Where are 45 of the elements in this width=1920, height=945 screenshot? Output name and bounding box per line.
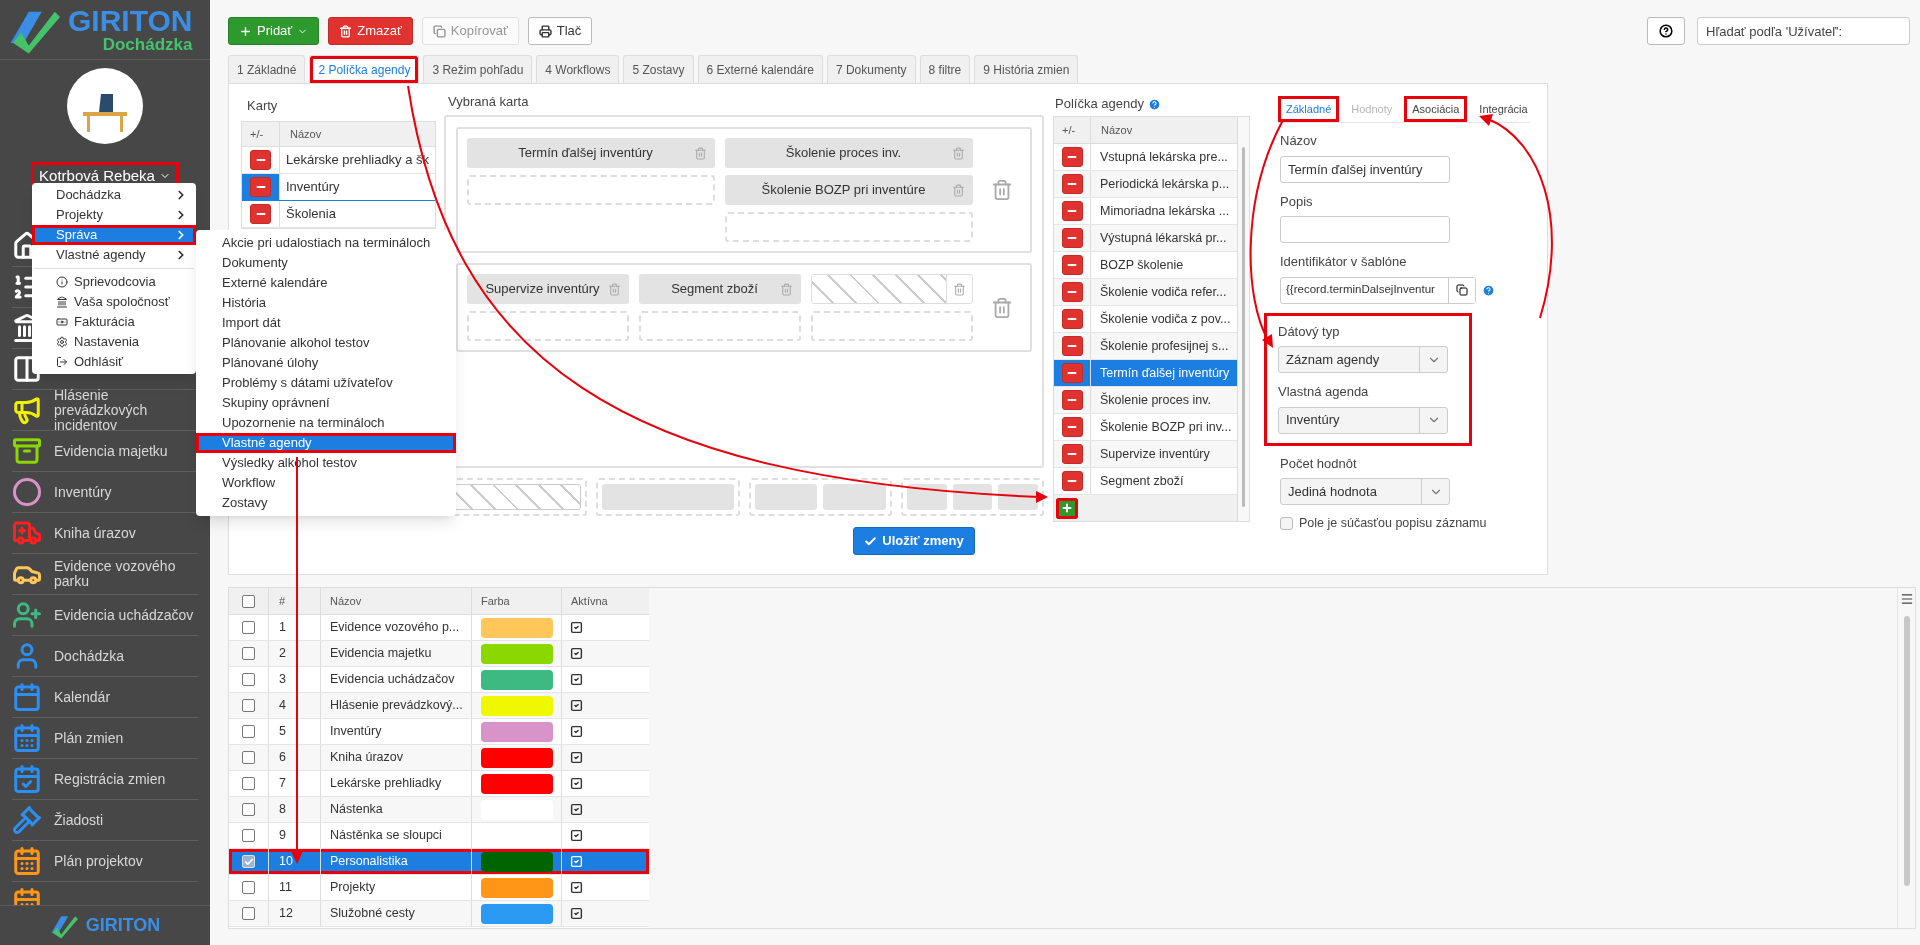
logo-title: GIRITON [68, 6, 193, 36]
section-title: Vybraná karta [447, 93, 530, 111]
table-cell-text: Nástěnka se sloupci [330, 827, 442, 845]
table-cell-text: Evidencia uchádzačov [330, 671, 455, 689]
table-cell-text: Evidence vozového p... [330, 619, 460, 637]
table-cell-text: 4 [279, 697, 286, 715]
table-cell-text: Nástenka [330, 801, 383, 819]
column-header: Aktívna [570, 593, 609, 609]
column-header: +/- [1054, 117, 1091, 143]
table-cell-text: 7 [279, 775, 286, 793]
table-cell-text: Kniha úrazov [330, 749, 403, 767]
field-label: Popis [1280, 192, 1314, 211]
section-title: Karty [246, 97, 279, 115]
table-cell-text: 8 [279, 801, 286, 819]
footer-logo: GIRITON [85, 914, 161, 937]
table-cell-text: 3 [279, 671, 286, 689]
table-cell-text: 5 [279, 723, 286, 741]
column-header: +/- [242, 122, 280, 146]
table-cell-text: 12 [279, 905, 293, 923]
checkbox-label: Pole je súčasťou popisu záznamu [1299, 515, 1487, 532]
table-cell-text: Inventúry [330, 723, 382, 741]
table-cell-text: 11 [279, 879, 292, 897]
column-header: Názov [1100, 122, 1133, 138]
table-cell-text: 9 [279, 827, 286, 845]
table-cell-text: Hlásenie prevádzkový... [330, 697, 463, 715]
table-cell-text: Evidencia majetku [330, 645, 432, 663]
field-label: Vlastná agenda [1278, 383, 1370, 401]
field-label: Počet hodnôt [1280, 454, 1358, 473]
field-label: Dátový typ [1278, 322, 1341, 341]
table-cell-text: 6 [279, 749, 286, 767]
table-cell-text: 10 [279, 853, 293, 871]
section-title: Políčka agendy [1055, 95, 1144, 114]
column-header: # [269, 588, 321, 614]
column-header: Názov [289, 126, 322, 142]
field-label: Názov [1280, 132, 1318, 150]
table-cell-text: Služobné cesty [330, 905, 415, 923]
field-label: Identifikátor v šablóne [1280, 253, 1408, 271]
table-cell-text: 1 [279, 619, 286, 637]
logo-subtitle: Dochádzka [102, 36, 193, 53]
column-header: Farba [472, 588, 562, 614]
table-cell-text: 2 [279, 645, 286, 663]
column-header: Názov [321, 588, 472, 614]
table-cell-text: Projekty [330, 879, 376, 897]
table-cell-text: Personalistika [330, 853, 408, 871]
table-cell-text: Lekárske prehliadky [330, 775, 442, 793]
